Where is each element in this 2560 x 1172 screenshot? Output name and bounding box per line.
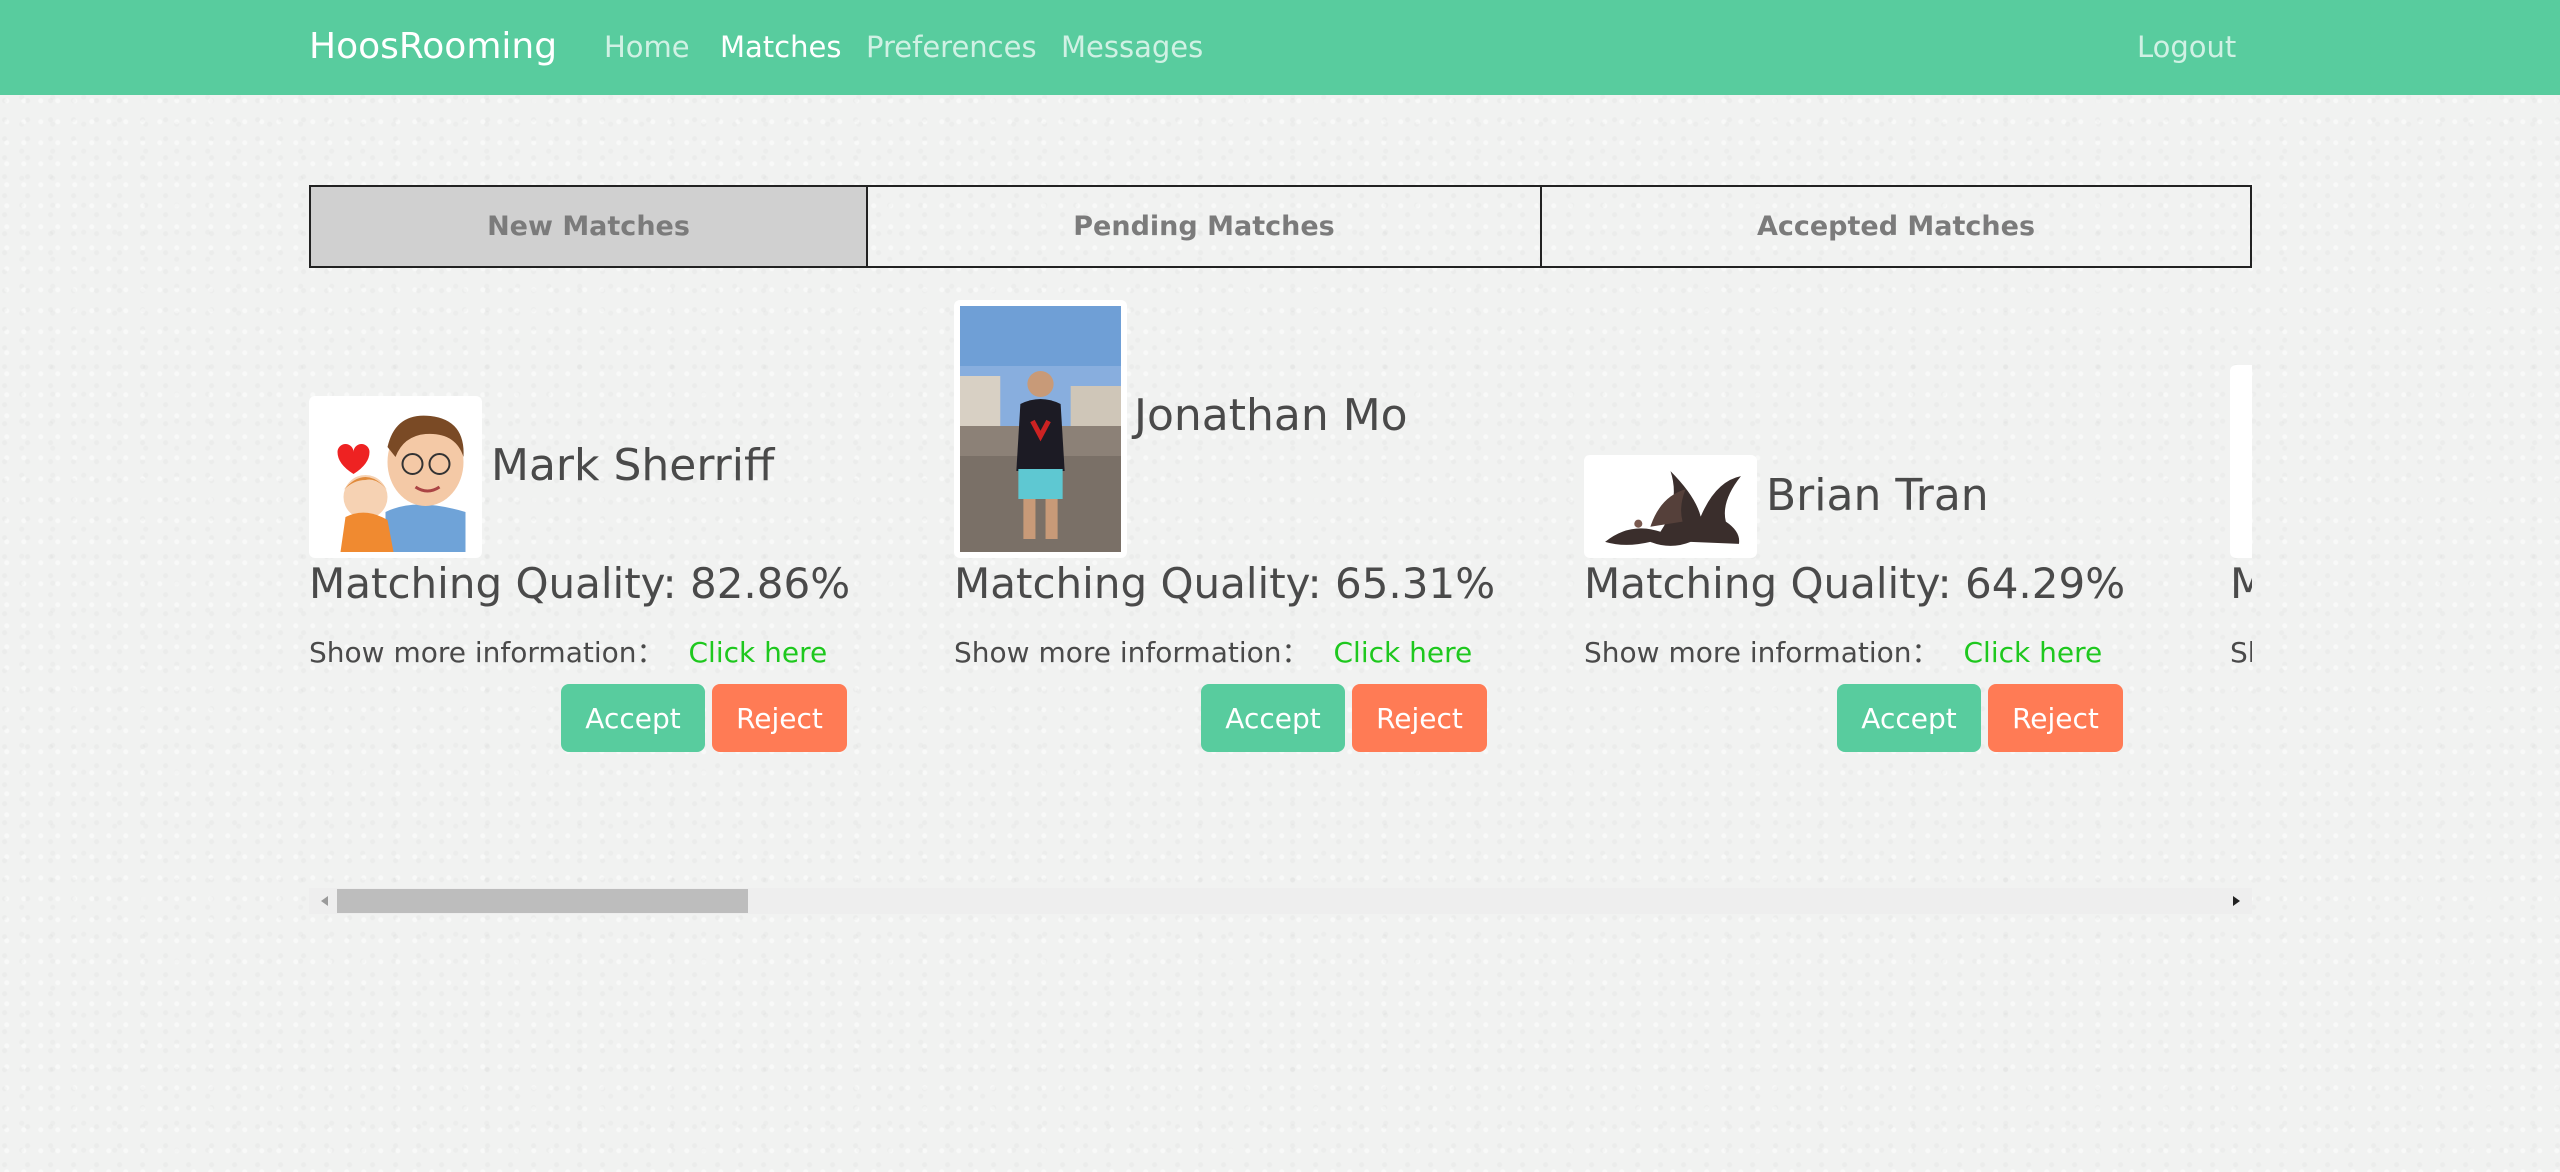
more-info-row: Show more information：Click here: [2230, 635, 2252, 671]
more-info-link[interactable]: Click here: [688, 636, 827, 669]
nav-link-matches[interactable]: Matches: [720, 29, 841, 65]
avatar: [954, 300, 1127, 558]
matching-quality: Matching Quality:: [2230, 559, 2252, 608]
beach-photo-icon: [960, 306, 1121, 552]
matching-quality: Matching Quality: 65.31%: [954, 559, 1496, 608]
more-info-row: Show more information： Click here: [1584, 635, 2102, 671]
tab-new-matches[interactable]: New Matches: [311, 187, 866, 266]
tab-accepted-matches[interactable]: Accepted Matches: [1540, 187, 2250, 266]
logout-link[interactable]: Logout: [2137, 29, 2236, 65]
avatar: [1584, 455, 1757, 558]
matches-scroll-area[interactable]: Mark Sherriff Matching Quality: 82.86% S…: [309, 290, 2252, 890]
avatar: [309, 396, 482, 558]
reject-button[interactable]: Reject: [1988, 684, 2123, 752]
accept-button[interactable]: Accept: [1837, 684, 1981, 752]
accept-button[interactable]: Accept: [1201, 684, 1345, 752]
more-info-label: Show more information：: [1584, 636, 1940, 669]
scroll-left-arrow-icon[interactable]: [321, 896, 328, 906]
cartoon-avatar-icon: [315, 402, 476, 552]
match-tabs: New Matches Pending Matches Accepted Mat…: [309, 185, 2252, 268]
more-info-label: Show more information：: [309, 636, 665, 669]
match-name: Jonathan Mo: [1134, 390, 1408, 441]
more-info-link[interactable]: Click here: [1333, 636, 1472, 669]
matching-quality: Matching Quality: 64.29%: [1584, 559, 2126, 608]
horizontal-scrollbar[interactable]: [309, 888, 2252, 914]
more-info-row: Show more information： Click here: [309, 635, 827, 671]
scroll-right-arrow-icon[interactable]: [2233, 896, 2240, 906]
matching-quality: Matching Quality: 82.86%: [309, 559, 851, 608]
accept-button[interactable]: Accept: [561, 684, 705, 752]
match-name: Brian Tran: [1766, 470, 1989, 521]
reject-button[interactable]: Reject: [712, 684, 847, 752]
navbar: HoosRooming Home Matches Preferences Mes…: [0, 0, 2560, 95]
more-info-row: Show more information： Click here: [954, 635, 1472, 671]
more-info-label: Show more information：: [954, 636, 1310, 669]
more-info-link[interactable]: Click here: [1963, 636, 2102, 669]
tab-pending-matches[interactable]: Pending Matches: [866, 187, 1540, 266]
dragon-image-icon: [1590, 461, 1751, 552]
avatar: [2230, 365, 2252, 558]
brand-logo[interactable]: HoosRooming: [309, 25, 557, 69]
nav-link-preferences[interactable]: Preferences: [866, 29, 1037, 65]
nav-link-messages[interactable]: Messages: [1061, 29, 1203, 65]
match-name: Mark Sherriff: [491, 440, 775, 491]
scrollbar-thumb[interactable]: [337, 889, 748, 913]
reject-button[interactable]: Reject: [1352, 684, 1487, 752]
more-info-label: Show more information：: [2230, 636, 2252, 669]
nav-link-home[interactable]: Home: [604, 29, 690, 65]
photo-icon: [2236, 371, 2252, 552]
